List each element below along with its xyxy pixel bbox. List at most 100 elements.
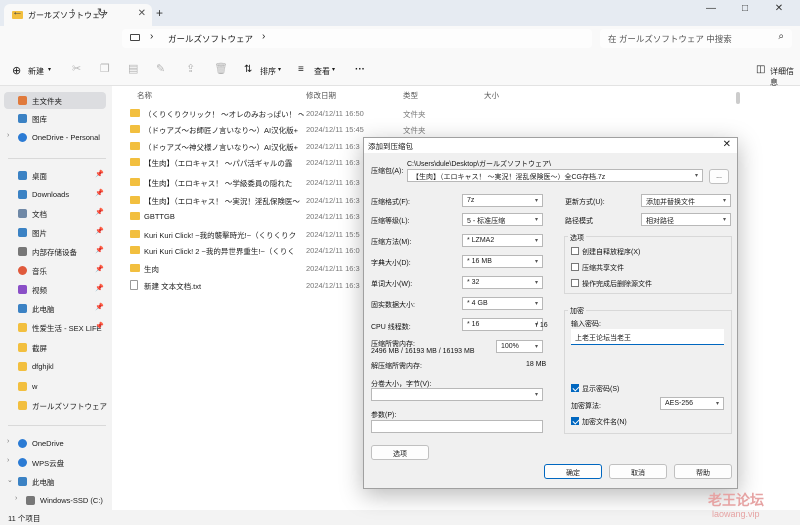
shared-files-checkbox[interactable] [571,263,579,271]
file-date: 2024/12/11 16:3 [306,142,360,151]
sidebar-item-internal-storage[interactable]: 内部存储设备 📌 [4,243,106,260]
chevron-right-icon[interactable]: › [262,31,265,42]
sidebar-item-documents[interactable]: 文档 📌 [4,205,106,222]
back-arrow-icon[interactable]: ← [12,6,23,18]
column-header-size[interactable]: 大小 [484,90,499,101]
sidebar-item-onedrive[interactable]: › OneDrive [4,435,106,452]
chevron-right-icon[interactable]: › [15,495,17,502]
sfx-checkbox[interactable] [571,247,579,255]
list-item[interactable]: 【生肉】（エロキャス！ ～パパ活ギャルの露 2024/12/11 16:3 [126,154,386,170]
sidebar-item-videos[interactable]: 视频 📌 [4,281,106,298]
encrypt-filenames-checkbox[interactable] [571,417,579,425]
list-item[interactable]: GBTTGB 2024/12/11 16:3 [126,208,386,224]
browse-button[interactable]: ... [709,169,729,184]
list-item[interactable]: 新建 文本文档.txt 2024/12/11 16:3 [126,277,386,293]
tab-close-icon[interactable]: ✕ [138,8,146,19]
chevron-down-icon[interactable]: ▾ [332,66,335,73]
options-button[interactable]: 选项 [371,445,429,460]
share-icon[interactable]: ⇪ [186,62,195,75]
sidebar-item-downloads[interactable]: Downloads 📌 [4,186,106,203]
maximize-button[interactable]: □ [730,3,760,14]
view-button[interactable]: 查看 [314,66,330,77]
encryption-group-label: 加密 [568,306,586,316]
sidebar-item-dfghjkl[interactable]: dfghjkl [4,358,106,375]
chevron-down-icon[interactable]: ▾ [48,66,51,73]
rename-icon[interactable]: ✎ [156,62,165,75]
sidebar-item-label: 此电脑 [32,305,55,314]
new-tab-button[interactable]: + [156,6,163,20]
solid-size-select[interactable]: * 4 GB ▾ [462,297,543,310]
column-header-date[interactable]: 修改日期 [306,90,336,101]
sort-button[interactable]: 排序 [260,66,276,77]
cut-icon[interactable]: ✂ [72,62,81,75]
list-item[interactable]: 【生肉】（エロキャス！ ～学級委員の隠れた 2024/12/11 16:3 [126,174,386,190]
sidebar-item-gallery[interactable]: 图库 [4,110,106,127]
copy-icon[interactable]: ❐ [100,62,110,75]
column-header-name[interactable]: 名称 [137,90,152,101]
update-mode-select[interactable]: 添加并替换文件 ▾ [641,194,731,207]
sidebar-item-w[interactable]: w [4,378,106,395]
sidebar-item-this-pc-pinned[interactable]: 此电脑 📌 [4,300,106,317]
threads-select[interactable]: * 16 ▾ [462,318,543,331]
dictionary-select[interactable]: * 16 MB ▾ [462,255,543,268]
minimize-button[interactable]: — [696,3,726,14]
path-mode-select[interactable]: 相对路径 ▾ [641,213,731,226]
list-item[interactable]: （くりくりクリック！ ～オレのみおっぱい！ ～ 2024/12/11 16:50 文… [126,105,426,121]
sidebar-item-wps-cloud[interactable]: › WPS云盘 [4,454,106,471]
refresh-icon[interactable]: ↻ [97,6,106,19]
method-select[interactable]: * LZMA2 ▾ [462,234,543,247]
chevron-right-icon[interactable]: › [7,132,9,139]
sidebar-item-this-pc[interactable]: ⌄ 此电脑 [4,473,106,490]
list-item[interactable]: （ドゥアズ～神父様ノ言いなり～）AI汉化版+ 2024/12/11 16:3 [126,138,386,154]
chevron-right-icon[interactable]: › [7,457,9,464]
cloud-icon [18,439,27,448]
sidebar-item-desktop[interactable]: 桌面 📌 [4,167,106,184]
list-item[interactable]: Kuri Kuri Click! ~我的襲擊時光!~（くりくりク 2024/12/… [126,226,386,242]
search-input[interactable]: 在 ガールズソフトウェア 中搜索 ⌕ [600,29,792,48]
dialog-close-icon[interactable]: ✕ [723,139,731,150]
tab-current[interactable]: ガールズソフトウェア ✕ [4,4,152,26]
paste-icon[interactable]: ▤ [128,62,138,75]
list-item[interactable]: Kuri Kuri Click! 2 ~我的异世界重生!~（くりく 2024/12… [126,242,386,258]
parameters-input[interactable] [371,420,543,433]
archive-name-input[interactable]: 【生肉】（エロキャス！ ～実況！淫乱保険医～）全CG存档.7z ▾ [407,169,703,182]
delete-icon[interactable]: 🗑 [214,62,228,75]
chevron-down-icon[interactable]: ▾ [695,172,698,179]
chevron-right-icon[interactable]: › [7,438,9,445]
show-password-checkbox[interactable] [571,384,579,392]
list-item[interactable]: 生肉 2024/12/11 16:3 [126,260,386,276]
sidebar-item-home[interactable]: 主文件夹 [4,92,106,109]
sidebar-item-c-drive[interactable]: › Windows-SSD (C:) [12,492,106,509]
up-arrow-icon[interactable]: ↑ [70,6,76,18]
format-select[interactable]: 7z ▾ [462,194,543,207]
sidebar-item-pictures[interactable]: 图片 📌 [4,224,106,241]
cancel-button[interactable]: 取消 [609,464,667,479]
column-header-type[interactable]: 类型 [403,90,418,101]
memory-percent-select[interactable]: 100% ▾ [496,340,543,353]
ok-button[interactable]: 确定 [544,464,602,479]
word-size-select[interactable]: * 32 ▾ [462,276,543,289]
level-select[interactable]: 5 - 标准压缩 ▾ [462,213,543,226]
word-size-value: * 32 [467,279,480,286]
sidebar-item-onedrive-personal[interactable]: › OneDrive - Personal [4,129,106,146]
new-button[interactable]: 新建 [28,66,44,77]
chevron-down-icon[interactable]: ▾ [278,66,281,73]
encryption-method-select[interactable]: AES-256 ▾ [660,397,724,410]
chevron-down-icon[interactable]: ⌄ [7,476,13,484]
sidebar-item-screenshots[interactable]: 截屏 [4,339,106,356]
list-item[interactable]: （ドゥアズ～お師匠ノ言いなり～）AI汉化版+ 2024/12/11 15:45 文件… [126,121,426,137]
sidebar-item-sex-life[interactable]: 性爱生活 - SEX LIFE 📌 [4,319,106,336]
more-button[interactable]: ··· [355,64,365,75]
sidebar-item-girls-software[interactable]: ガールズソフトウェア [4,397,107,414]
help-button[interactable]: 帮助 [674,464,732,479]
list-item[interactable]: 【生肉】（エロキャス！ ～実況！淫乱保険医～ 2024/12/11 16:3 [126,192,386,208]
password-input[interactable]: 上老王论坛当老王 [571,329,724,345]
close-window-button[interactable]: ✕ [764,3,794,14]
details-button[interactable]: 详细信息 [770,66,800,88]
sidebar-item-music[interactable]: 音乐 📌 [4,262,106,279]
split-size-select[interactable]: ▾ [371,388,543,401]
delete-after-checkbox[interactable] [571,279,579,287]
scrollbar[interactable] [736,92,740,104]
address-bar[interactable]: › ガールズソフトウェア › [122,29,592,48]
forward-arrow-icon[interactable]: → [42,6,53,18]
